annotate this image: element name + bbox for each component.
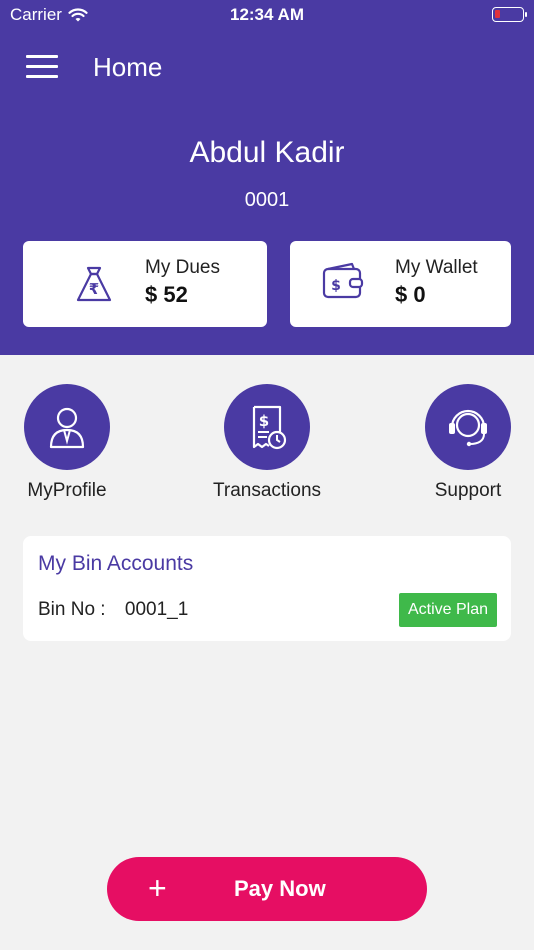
money-bag-icon: ₹ [76, 266, 112, 302]
battery-icon [492, 7, 527, 22]
my-profile-label: MyProfile [27, 480, 107, 501]
support-label: Support [434, 480, 502, 501]
svg-text:₹: ₹ [89, 280, 99, 298]
my-dues-label: My Dues [145, 257, 220, 278]
svg-text:$: $ [259, 412, 269, 430]
headset-icon [449, 409, 487, 447]
header: Carrier 12:34 AM Home Abdul Kadir 0001 ₹… [0, 0, 534, 355]
status-time: 12:34 AM [229, 5, 304, 24]
bin-row: Bin No : 0001_1 [38, 599, 188, 621]
nav-bar: Home [0, 40, 534, 96]
status-bar: Carrier 12:34 AM [0, 0, 534, 30]
receipt-icon: $ [252, 405, 287, 450]
my-dues-card[interactable]: ₹ My Dues $ 52 [23, 241, 267, 327]
plus-icon: + [148, 870, 167, 906]
my-wallet-label: My Wallet [395, 257, 478, 278]
my-wallet-value: $ 0 [395, 282, 426, 307]
wallet-icon: $ [322, 262, 364, 299]
page-title: Home [93, 52, 163, 82]
status-badge: Active Plan [398, 593, 497, 627]
menu-button[interactable] [26, 55, 58, 81]
svg-text:$: $ [331, 278, 341, 294]
transactions-label: Transactions [212, 480, 322, 501]
my-dues-value: $ 52 [145, 282, 188, 307]
transactions-button[interactable]: $ Transactions [192, 384, 342, 502]
hamburger-icon [26, 55, 58, 58]
bin-no-label: Bin No : [38, 599, 106, 620]
my-wallet-card[interactable]: $ My Wallet $ 0 [290, 241, 511, 327]
bin-accounts-title: My Bin Accounts [38, 552, 194, 575]
user-id: 0001 [244, 189, 290, 211]
my-profile-button[interactable]: MyProfile [0, 384, 142, 502]
pay-now-label: Pay Now [234, 876, 326, 901]
pay-now-button[interactable]: + Pay Now [107, 857, 427, 921]
support-button[interactable]: Support [393, 384, 534, 502]
user-name: Abdul Kadir [189, 136, 345, 169]
bin-accounts-card[interactable]: My Bin Accounts Bin No : 0001_1 Active P… [23, 536, 511, 641]
user-icon [49, 407, 85, 449]
bin-no-value: 0001_1 [124, 599, 189, 620]
